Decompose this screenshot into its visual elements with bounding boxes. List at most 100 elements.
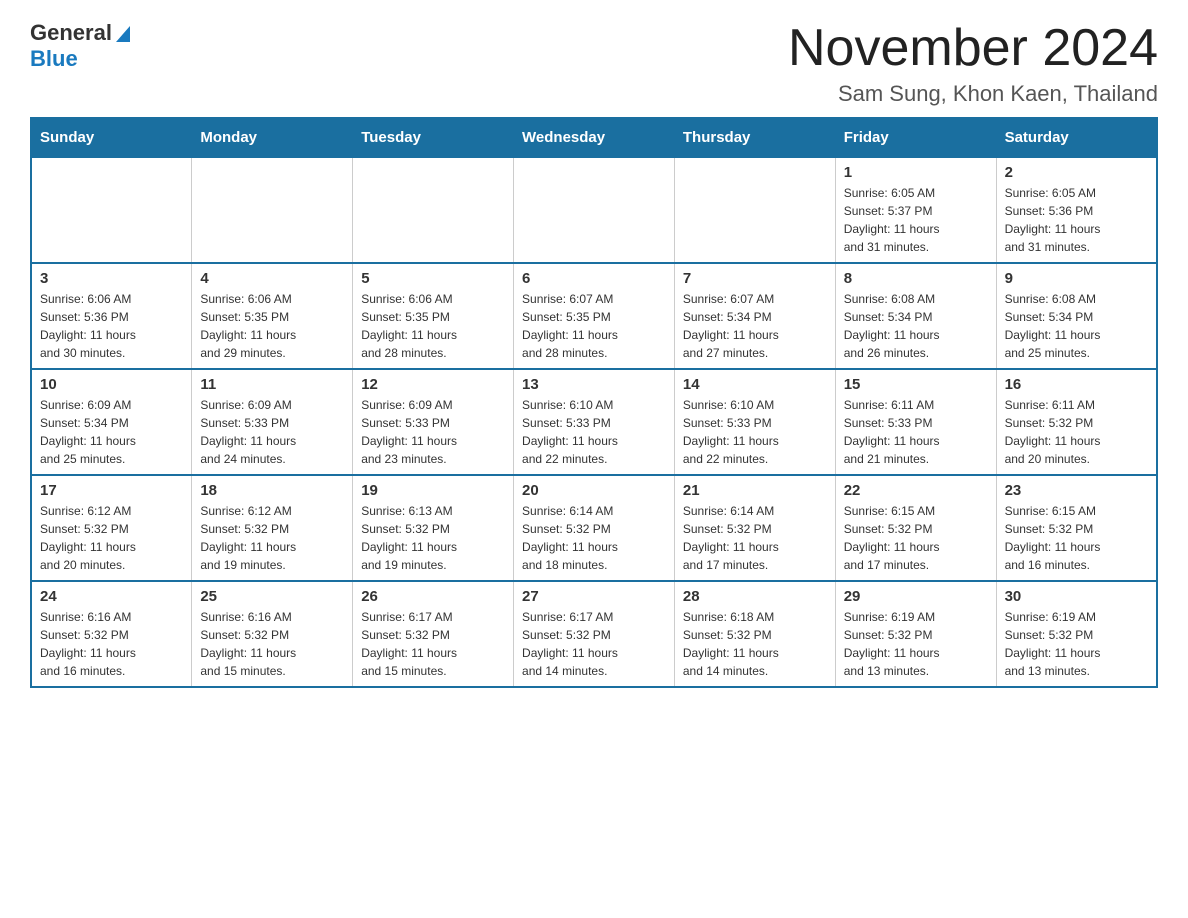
table-row [353,157,514,263]
day-info: Sunrise: 6:06 AM Sunset: 5:35 PM Dayligh… [200,290,344,362]
table-row: 23 Sunrise: 6:15 AM Sunset: 5:32 PM Dayli… [996,475,1157,581]
day-info: Sunrise: 6:13 AM Sunset: 5:32 PM Dayligh… [361,502,505,574]
day-info: Sunrise: 6:07 AM Sunset: 5:35 PM Dayligh… [522,290,666,362]
day-info: Sunrise: 6:08 AM Sunset: 5:34 PM Dayligh… [1005,290,1148,362]
table-row: 9Sunrise: 6:08 AM Sunset: 5:34 PM Daylig… [996,263,1157,369]
day-info: Sunrise: 6:10 AM Sunset: 5:33 PM Dayligh… [683,396,827,468]
table-row: 28 Sunrise: 6:18 AM Sunset: 5:32 PM Dayli… [674,581,835,687]
day-number: 18 [200,482,344,499]
table-row: 4 Sunrise: 6:06 AM Sunset: 5:35 PM Daylig… [192,263,353,369]
day-number: 26 [361,588,505,605]
calendar-week-row: 1 Sunrise: 6:05 AM Sunset: 5:37 PM Daylig… [31,157,1157,263]
table-row [31,157,192,263]
table-row: 17 Sunrise: 6:12 AM Sunset: 5:32 PM Dayli… [31,475,192,581]
table-row: 14Sunrise: 6:10 AM Sunset: 5:33 PM Dayli… [674,369,835,475]
day-info: Sunrise: 6:18 AM Sunset: 5:32 PM Dayligh… [683,608,827,680]
day-info: Sunrise: 6:14 AM Sunset: 5:32 PM Dayligh… [683,502,827,574]
day-info: Sunrise: 6:17 AM Sunset: 5:32 PM Dayligh… [522,608,666,680]
col-saturday: Saturday [996,118,1157,157]
subtitle: Sam Sung, Khon Kaen, Thailand [788,81,1158,107]
day-number: 4 [200,270,344,287]
table-row: 22 Sunrise: 6:15 AM Sunset: 5:32 PM Dayli… [835,475,996,581]
table-row: 16 Sunrise: 6:11 AM Sunset: 5:32 PM Dayli… [996,369,1157,475]
table-row: 21 Sunrise: 6:14 AM Sunset: 5:32 PM Dayli… [674,475,835,581]
table-row: 7 Sunrise: 6:07 AM Sunset: 5:34 PM Daylig… [674,263,835,369]
day-info: Sunrise: 6:15 AM Sunset: 5:32 PM Dayligh… [844,502,988,574]
day-info: Sunrise: 6:06 AM Sunset: 5:36 PM Dayligh… [40,290,183,362]
day-info: Sunrise: 6:05 AM Sunset: 5:36 PM Dayligh… [1005,184,1148,256]
calendar-week-row: 17 Sunrise: 6:12 AM Sunset: 5:32 PM Dayli… [31,475,1157,581]
logo-line1: General [30,20,130,46]
logo-line2: Blue [30,46,78,72]
day-info: Sunrise: 6:19 AM Sunset: 5:32 PM Dayligh… [1005,608,1148,680]
day-info: Sunrise: 6:17 AM Sunset: 5:32 PM Dayligh… [361,608,505,680]
day-info: Sunrise: 6:09 AM Sunset: 5:33 PM Dayligh… [200,396,344,468]
day-info: Sunrise: 6:07 AM Sunset: 5:34 PM Dayligh… [683,290,827,362]
day-number: 10 [40,376,183,393]
day-info: Sunrise: 6:10 AM Sunset: 5:33 PM Dayligh… [522,396,666,468]
calendar-week-row: 10 Sunrise: 6:09 AM Sunset: 5:34 PM Dayli… [31,369,1157,475]
day-info: Sunrise: 6:11 AM Sunset: 5:32 PM Dayligh… [1005,396,1148,468]
table-row [674,157,835,263]
day-number: 1 [844,164,988,181]
calendar-week-row: 3Sunrise: 6:06 AM Sunset: 5:36 PM Daylig… [31,263,1157,369]
day-number: 8 [844,270,988,287]
day-number: 27 [522,588,666,605]
table-row: 24 Sunrise: 6:16 AM Sunset: 5:32 PM Dayli… [31,581,192,687]
day-info: Sunrise: 6:11 AM Sunset: 5:33 PM Dayligh… [844,396,988,468]
day-info: Sunrise: 6:12 AM Sunset: 5:32 PM Dayligh… [40,502,183,574]
day-info: Sunrise: 6:15 AM Sunset: 5:32 PM Dayligh… [1005,502,1148,574]
page-header: General Blue November 2024 Sam Sung, Kho… [30,20,1158,107]
day-number: 22 [844,482,988,499]
day-number: 2 [1005,164,1148,181]
day-info: Sunrise: 6:05 AM Sunset: 5:37 PM Dayligh… [844,184,988,256]
table-row: 11 Sunrise: 6:09 AM Sunset: 5:33 PM Dayli… [192,369,353,475]
day-info: Sunrise: 6:09 AM Sunset: 5:34 PM Dayligh… [40,396,183,468]
logo: General Blue [30,20,130,73]
col-monday: Monday [192,118,353,157]
calendar-header-row: Sunday Monday Tuesday Wednesday Thursday… [31,118,1157,157]
day-number: 29 [844,588,988,605]
table-row: 29 Sunrise: 6:19 AM Sunset: 5:32 PM Dayli… [835,581,996,687]
day-number: 11 [200,376,344,393]
day-number: 6 [522,270,666,287]
table-row: 2 Sunrise: 6:05 AM Sunset: 5:36 PM Daylig… [996,157,1157,263]
day-number: 25 [200,588,344,605]
day-number: 28 [683,588,827,605]
table-row: 12Sunrise: 6:09 AM Sunset: 5:33 PM Dayli… [353,369,514,475]
day-number: 21 [683,482,827,499]
table-row: 8 Sunrise: 6:08 AM Sunset: 5:34 PM Daylig… [835,263,996,369]
day-number: 7 [683,270,827,287]
table-row: 20 Sunrise: 6:14 AM Sunset: 5:32 PM Dayli… [514,475,675,581]
day-number: 24 [40,588,183,605]
title-block: November 2024 Sam Sung, Khon Kaen, Thail… [788,20,1158,107]
table-row: 3Sunrise: 6:06 AM Sunset: 5:36 PM Daylig… [31,263,192,369]
day-number: 19 [361,482,505,499]
day-number: 15 [844,376,988,393]
calendar-table: Sunday Monday Tuesday Wednesday Thursday… [30,117,1158,688]
table-row: 5Sunrise: 6:06 AM Sunset: 5:35 PM Daylig… [353,263,514,369]
logo-general-text: General [30,20,112,45]
day-info: Sunrise: 6:19 AM Sunset: 5:32 PM Dayligh… [844,608,988,680]
day-info: Sunrise: 6:14 AM Sunset: 5:32 PM Dayligh… [522,502,666,574]
day-number: 13 [522,376,666,393]
day-info: Sunrise: 6:06 AM Sunset: 5:35 PM Dayligh… [361,290,505,362]
day-number: 12 [361,376,505,393]
logo-arrow-icon [116,26,130,42]
day-number: 23 [1005,482,1148,499]
table-row: 15 Sunrise: 6:11 AM Sunset: 5:33 PM Dayli… [835,369,996,475]
day-info: Sunrise: 6:16 AM Sunset: 5:32 PM Dayligh… [40,608,183,680]
table-row: 26 Sunrise: 6:17 AM Sunset: 5:32 PM Dayli… [353,581,514,687]
day-number: 30 [1005,588,1148,605]
main-title: November 2024 [788,20,1158,77]
day-number: 16 [1005,376,1148,393]
day-number: 20 [522,482,666,499]
table-row: 6 Sunrise: 6:07 AM Sunset: 5:35 PM Daylig… [514,263,675,369]
table-row: 25Sunrise: 6:16 AM Sunset: 5:32 PM Dayli… [192,581,353,687]
col-tuesday: Tuesday [353,118,514,157]
col-thursday: Thursday [674,118,835,157]
day-info: Sunrise: 6:08 AM Sunset: 5:34 PM Dayligh… [844,290,988,362]
table-row [192,157,353,263]
day-number: 17 [40,482,183,499]
calendar-week-row: 24 Sunrise: 6:16 AM Sunset: 5:32 PM Dayli… [31,581,1157,687]
